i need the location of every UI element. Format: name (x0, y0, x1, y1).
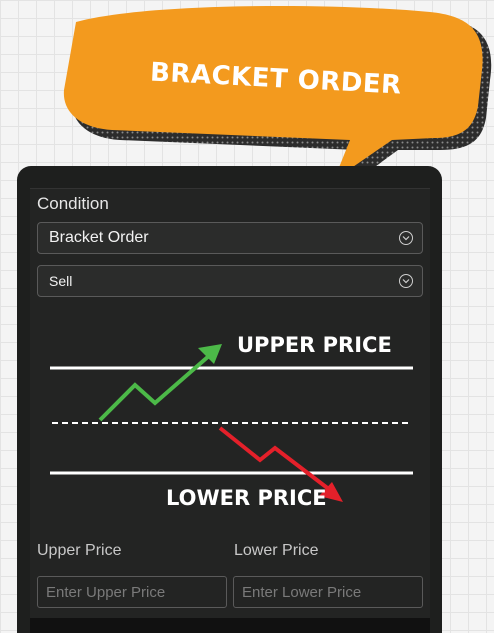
condition-label: Condition (37, 194, 109, 213)
chevron-down-icon (399, 274, 413, 288)
chevron-down-icon (399, 231, 413, 245)
up-arrow-icon (98, 353, 212, 422)
upper-price-input[interactable] (37, 576, 227, 608)
side-select[interactable]: Sell (37, 265, 423, 297)
bracket-diagram: UPPER PRICE LOWER PRICE (50, 333, 413, 510)
lower-price-input[interactable] (233, 576, 423, 608)
order-type-select[interactable]: Bracket Order (37, 222, 423, 254)
upper-price-label: Upper Price (37, 542, 122, 559)
side-value: Sell (49, 273, 73, 289)
upper-price-diagram-label: UPPER PRICE (237, 333, 392, 357)
down-arrow-icon (218, 426, 332, 492)
lower-price-label: Lower Price (234, 542, 319, 559)
order-type-value: Bracket Order (49, 229, 149, 246)
lower-price-diagram-label: LOWER PRICE (166, 486, 327, 510)
panel-bottom-edge (30, 618, 430, 633)
